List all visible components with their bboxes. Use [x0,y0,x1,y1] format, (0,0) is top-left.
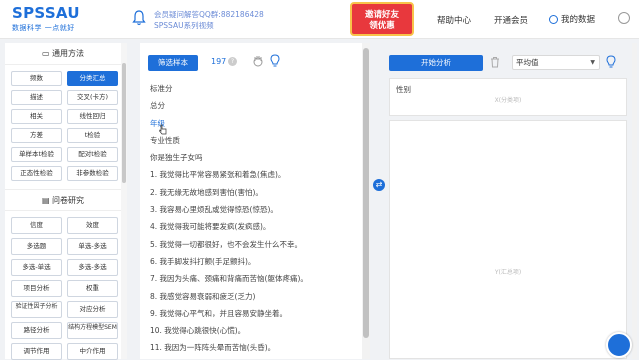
chat-support-icon[interactable] [606,332,632,358]
window-control-icon[interactable] [618,12,630,24]
x-placeholder: X(分类项) [494,97,522,104]
aggregate-method-select[interactable]: 平均值 ▼ [512,55,600,70]
start-analysis-button[interactable]: 开始分析 [389,55,483,71]
section-questionnaire[interactable]: ▤ 问卷研究 [5,189,121,211]
nav-my-data-label: 我的数据 [561,15,596,25]
y-variable-box[interactable]: Y(汇总项) [389,120,627,359]
variable-item[interactable]: 9. 我觉得心平气和，并且容易安静坐着。 [150,305,360,322]
variable-item[interactable]: 总分 [150,97,360,114]
variable-item[interactable]: 7. 我因为头痛、颈痛和背痛而苦恼(躯体疼痛)。 [150,270,360,287]
variable-item[interactable]: 6. 我手脚发抖打颤(手足颤抖)。 [150,253,360,270]
variable-item[interactable]: 专业性质 [150,132,360,149]
method-button[interactable]: 信度 [11,217,62,234]
variable-scrollbar[interactable] [362,43,370,359]
method-button[interactable]: 频数 [11,71,62,86]
variable-item[interactable]: 11. 我因为一阵阵头晕而苦恼(头昏)。 [150,339,360,356]
method-button[interactable]: 多选-单选 [11,259,62,276]
hand-icon[interactable] [252,55,264,67]
hand-cursor-icon [159,124,167,135]
variable-list: 标准分 总分 年级 专业性质 你是独生子女吗 1. 我觉得比平常容易紧张和着急(焦虑)。 2… [150,80,360,357]
x-variable-item[interactable]: 性别 [396,84,411,95]
variable-item[interactable]: 1. 我觉得比平常容易紧张和着急(焦虑)。 [150,166,360,183]
trash-icon[interactable] [490,56,500,68]
variable-panel: 筛选样本 197 ? 标准分 总分 年级 专业性质 你是独生子女吗 1. 我觉得比平常容易… [140,43,368,359]
method-button[interactable]: 权重 [67,280,118,297]
method-button[interactable]: 配对t检验 [67,147,118,162]
logo-text: SPSSAU [12,4,80,22]
variable-item[interactable]: 8. 我感觉容易衰弱和疲乏(乏力) [150,288,360,305]
method-button[interactable]: 相关 [11,109,62,124]
method-button[interactable]: 中介作用 [67,343,118,360]
promo-line2: 领优惠 [369,21,395,31]
y-placeholder: Y(汇总项) [494,269,522,276]
notice-videos[interactable]: SPSSAU系列视频 [154,20,264,31]
variable-item[interactable]: 5. 我觉得一切都很好，也不会发生什么不幸。 [150,236,360,253]
notice-area: 会员疑问解答QQ群:882186428 SPSSAU系列视频 [154,9,264,31]
caret-down-icon: ▼ [590,59,595,66]
method-button[interactable]: 路径分析 [11,322,62,339]
variable-item[interactable]: 4. 我觉得我可能将要发疯(发疯感)。 [150,218,360,235]
method-button[interactable]: 单样本t检验 [11,147,62,162]
invite-promo-banner[interactable]: 邀请好友 领优惠 [350,2,414,36]
sidebar-scroll-thumb[interactable] [122,63,126,183]
questionnaire-grid: 信度 效度 多选题 单选-多选 多选-单选 多选-多选 项目分析 权重 验证性因子分析 对应分析路… [5,211,121,360]
method-button[interactable]: 验证性因子分析 [11,301,62,318]
method-button[interactable]: 效度 [67,217,118,234]
lightbulb-icon[interactable] [270,54,280,68]
method-button[interactable]: 分类汇总 [67,71,118,86]
section-general-methods[interactable]: ▭ 通用方法 [5,43,121,65]
variable-item[interactable]: 标准分 [150,80,360,97]
method-button[interactable]: 线性回归 [67,109,118,124]
nav-open-vip[interactable]: 开通会员 [494,14,528,26]
bell-icon [132,10,146,26]
promo-line1: 邀请好友 [364,10,399,20]
method-button[interactable]: 交叉(卡方) [67,90,118,105]
method-button[interactable]: 非参数检验 [67,166,118,181]
nav-help-center[interactable]: 帮助中心 [437,14,471,26]
folder-icon: ▭ [41,49,53,58]
method-sidebar: ▭ 通用方法 频数 分类汇总 描述 交叉(卡方) 相关 线性回归 方差 t检验 单样本t检验 配对… [5,43,121,360]
document-icon: ▤ [41,196,53,205]
sample-count: 197 [211,57,227,66]
method-button[interactable]: 项目分析 [11,280,62,297]
variable-item[interactable]: 10. 我觉得心跳很快(心慌)。 [150,322,360,339]
method-button[interactable]: 描述 [11,90,62,105]
filter-samples-button[interactable]: 筛选样本 [148,55,198,71]
variable-item[interactable]: 3. 我容易心里烦乱或觉得惊恐(惊恐)。 [150,201,360,218]
user-icon [549,14,558,24]
swap-icon[interactable]: ⇄ [373,179,385,191]
lightbulb-icon[interactable] [606,55,616,69]
general-methods-grid: 频数 分类汇总 描述 交叉(卡方) 相关 线性回归 方差 t检验 单样本t检验 配对t检验 正态性检… [5,65,121,181]
top-header: SPSSAU 数据科学 一点就好 会员疑问解答QQ群:882186428 SPS… [0,0,639,39]
method-button[interactable]: 对应分析 [67,301,118,318]
method-button[interactable]: 方差 [11,128,62,143]
variable-item[interactable]: 2. 我无缘无故地感到害怕(害怕)。 [150,184,360,201]
page-scrollbar[interactable] [632,43,637,359]
method-button[interactable]: 多选题 [11,238,62,255]
notice-qq-group[interactable]: 会员疑问解答QQ群:882186428 [154,9,264,20]
select-value: 平均值 [516,58,539,67]
nav-my-data[interactable]: 我的数据 [549,13,595,25]
logo-slogan: 数据科学 一点就好 [12,24,75,32]
variable-scroll-thumb[interactable] [363,48,369,338]
sidebar-scrollbar[interactable] [121,43,127,359]
method-button[interactable]: 单选-多选 [67,238,118,255]
logo[interactable]: SPSSAU 数据科学 一点就好 [12,5,80,33]
method-button[interactable]: 结构方程模型SEM [67,322,118,339]
method-button[interactable]: t检验 [67,128,118,143]
variable-item[interactable]: 你是独生子女吗 [150,149,360,166]
method-button[interactable]: 调节作用 [11,343,62,360]
x-variable-box[interactable]: 性别 X(分类项) [389,78,627,116]
method-button[interactable]: 正态性检验 [11,166,62,181]
method-button[interactable]: 多选-多选 [67,259,118,276]
variable-item[interactable]: 年级 [150,115,360,132]
help-icon[interactable]: ? [228,57,237,66]
